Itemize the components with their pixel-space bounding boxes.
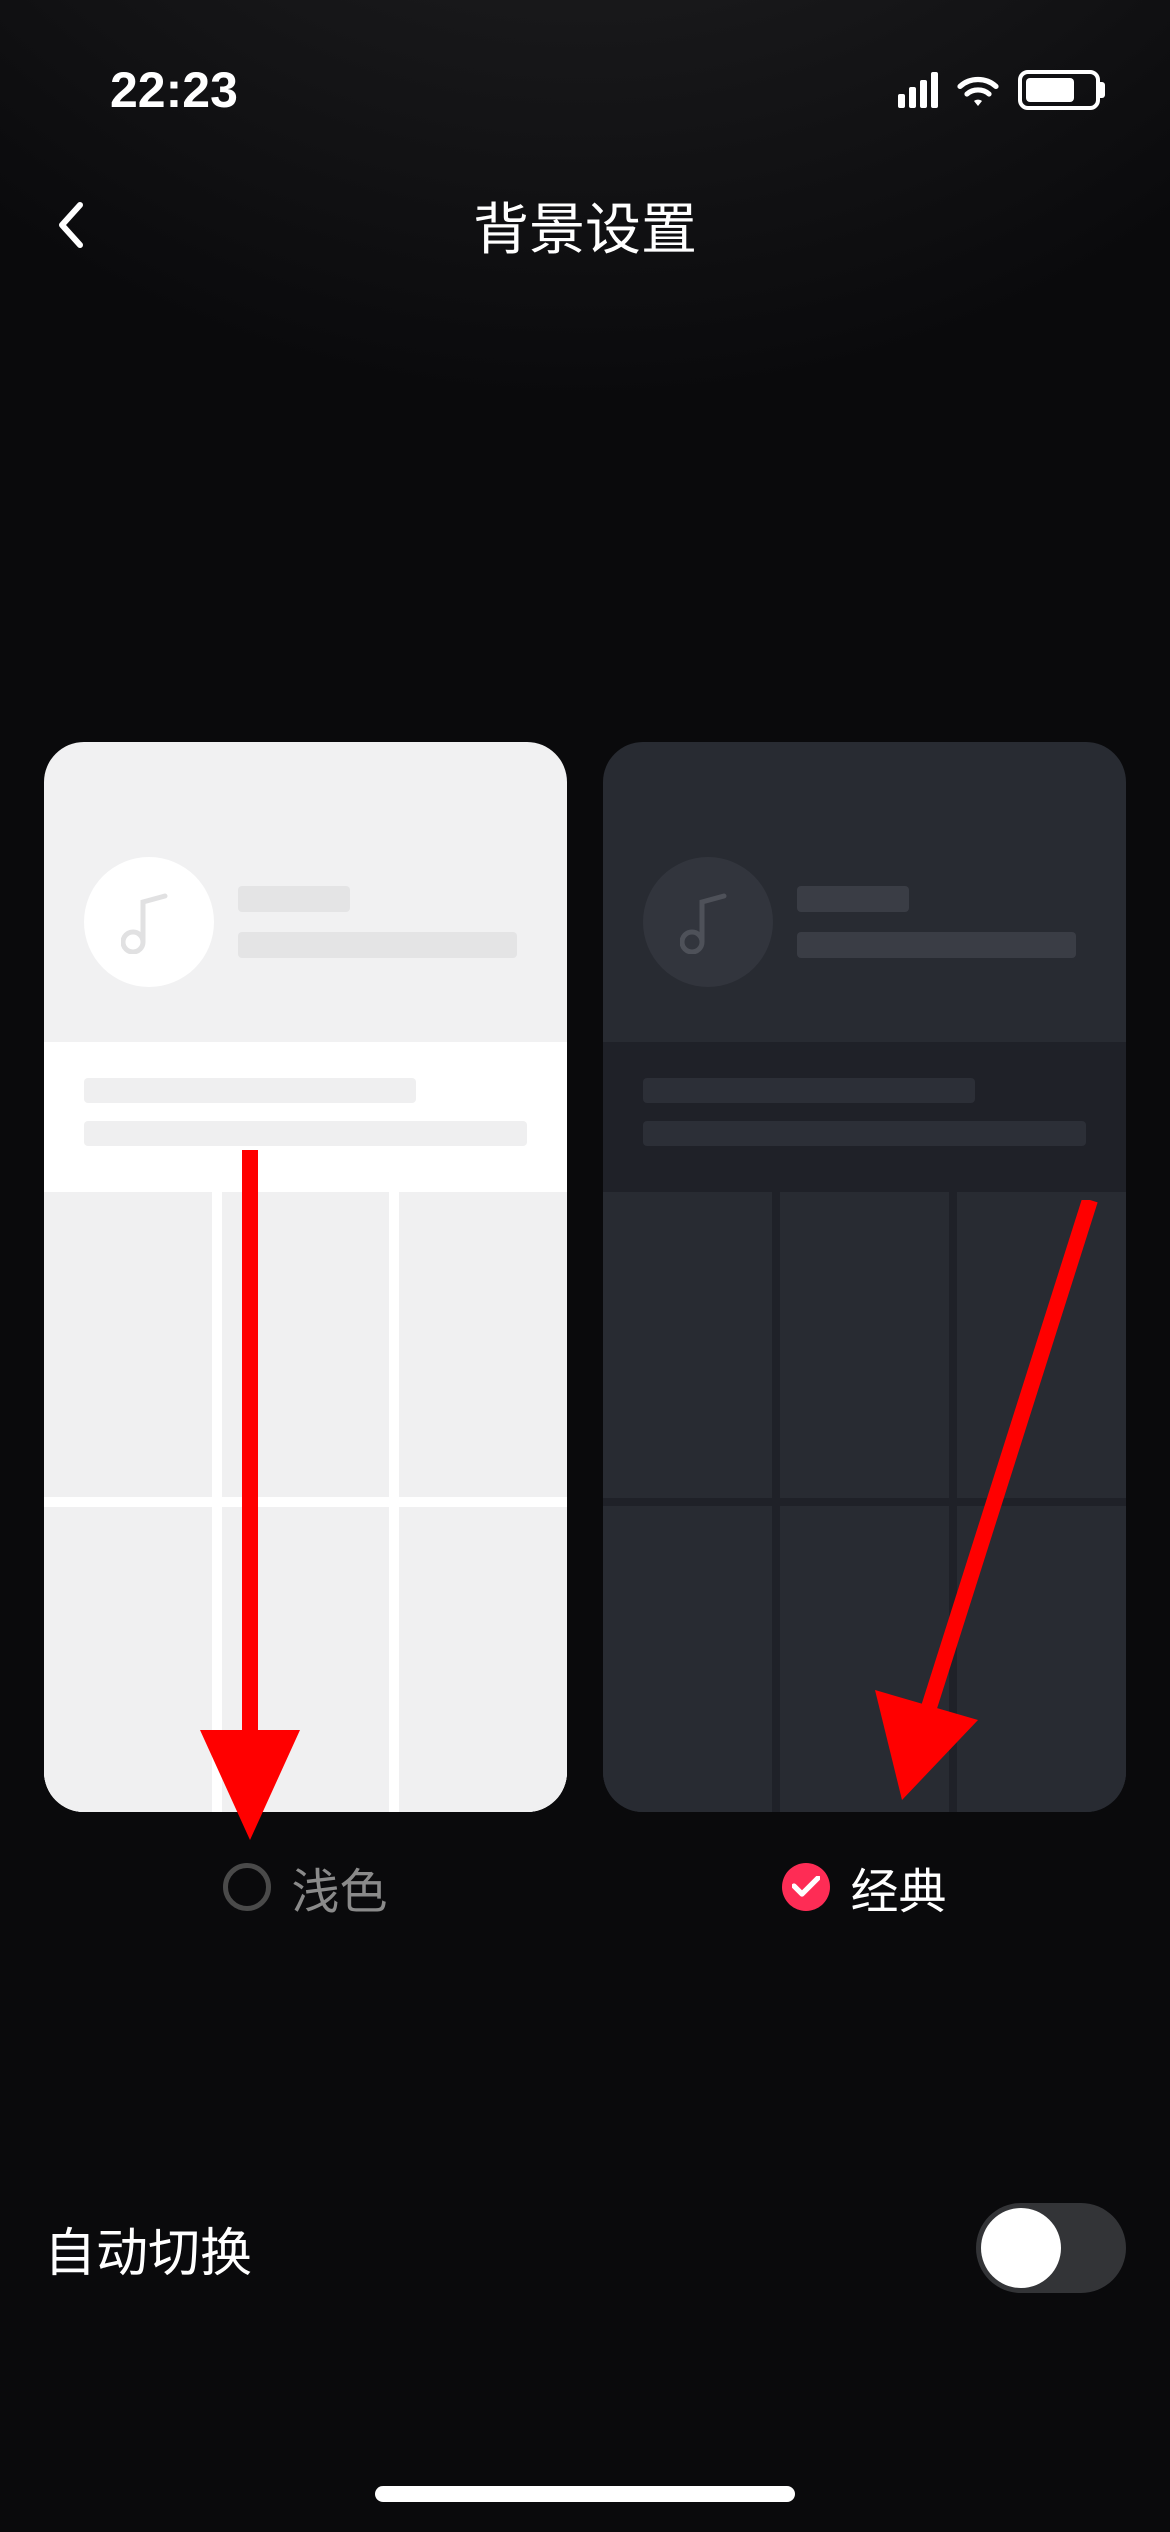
status-indicators (898, 70, 1100, 110)
status-bar: 22:23 (0, 0, 1170, 140)
radio-selected-icon[interactable] (782, 1863, 830, 1911)
back-button[interactable] (40, 195, 100, 255)
theme-option-classic[interactable]: 经典 (603, 742, 1126, 1922)
theme-text-light: 浅色 (291, 1852, 387, 1922)
music-note-icon (84, 857, 214, 987)
theme-label-classic[interactable]: 经典 (782, 1852, 946, 1922)
battery-icon (1018, 70, 1100, 110)
signal-icon (898, 72, 938, 108)
auto-switch-row: 自动切换 (44, 2188, 1126, 2308)
home-indicator[interactable] (375, 2486, 795, 2502)
auto-switch-label: 自动切换 (44, 2211, 252, 2286)
theme-text-classic: 经典 (850, 1852, 946, 1922)
wifi-icon (954, 72, 1002, 108)
theme-option-light[interactable]: 浅色 (44, 742, 567, 1922)
theme-preview-light (44, 742, 567, 1812)
theme-label-light[interactable]: 浅色 (223, 1852, 387, 1922)
status-time: 22:23 (110, 61, 238, 119)
auto-switch-toggle[interactable] (976, 2203, 1126, 2293)
page-title: 背景设置 (473, 185, 697, 266)
nav-header: 背景设置 (0, 160, 1170, 290)
radio-unselected-icon[interactable] (223, 1863, 271, 1911)
theme-preview-classic (603, 742, 1126, 1812)
music-note-icon (643, 857, 773, 987)
theme-options: 浅色 (44, 742, 1126, 1922)
